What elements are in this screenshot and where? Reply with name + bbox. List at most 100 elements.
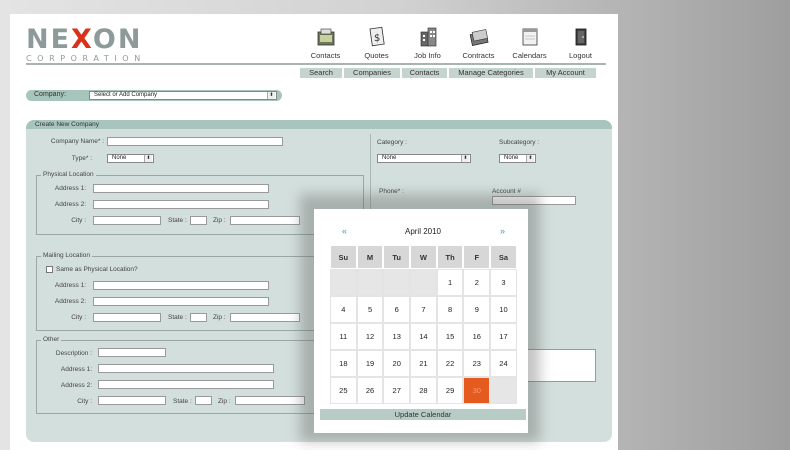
calendar-day[interactable]: 7 [410, 296, 437, 323]
other-city-label: City : [77, 398, 92, 405]
logo-tagline: CORPORATION [26, 54, 146, 63]
nav-job-info[interactable]: Job Info [402, 26, 453, 60]
other-address1-label: Address 1: [60, 366, 92, 373]
other-zip-input[interactable] [235, 396, 305, 405]
calendar-prev-button[interactable]: « [342, 226, 347, 236]
company-select[interactable]: Select or Add Company ⬍ [89, 91, 277, 100]
physical-state-label: State : [168, 217, 187, 224]
mailing-address1-input[interactable] [93, 281, 269, 290]
category-select[interactable]: None ⬍ [377, 154, 471, 163]
physical-state-input[interactable] [190, 216, 207, 225]
job-info-icon [420, 27, 436, 47]
subnav-contacts[interactable]: Contacts [402, 68, 449, 78]
category-label: Category : [377, 139, 407, 146]
calendar-day[interactable]: 21 [410, 350, 437, 377]
logo-wordmark: NEXON [26, 24, 143, 55]
calendar-weekday-header: Th [436, 245, 464, 269]
nav-calendars-label: Calendars [512, 51, 547, 60]
mailing-state-input[interactable] [190, 313, 207, 322]
mailing-zip-input[interactable] [230, 313, 300, 322]
calendar-day[interactable]: 19 [356, 350, 384, 377]
logout-icon [575, 28, 586, 46]
calendar-day[interactable]: 24 [490, 350, 517, 377]
mailing-address2-input[interactable] [93, 297, 269, 306]
calendar-day[interactable]: 15 [436, 323, 464, 350]
nav-logout-label: Logout [569, 51, 592, 60]
physical-address2-input[interactable] [93, 200, 269, 209]
calendar-day-selected[interactable]: 30 [463, 377, 491, 404]
nav-calendars[interactable]: Calendars [504, 26, 555, 60]
type-select[interactable]: None ⬍ [107, 154, 154, 163]
same-as-physical-label: Same as Physical Location? [56, 266, 138, 273]
nav-contacts[interactable]: Contacts [300, 26, 351, 60]
calendar-day[interactable]: 14 [410, 323, 437, 350]
calendar-day[interactable]: 29 [436, 377, 464, 404]
calendar-day[interactable]: 16 [463, 323, 491, 350]
header-divider [26, 63, 606, 65]
mailing-city-input[interactable] [93, 313, 161, 322]
mailing-location-legend: Mailing Location [41, 252, 92, 259]
calendar-day[interactable]: 27 [383, 377, 411, 404]
calendar-day[interactable]: 17 [490, 323, 517, 350]
calendar-day[interactable]: 22 [436, 350, 464, 377]
description-input[interactable] [98, 348, 166, 357]
calendar-day[interactable]: 4 [330, 296, 357, 323]
subnav-companies[interactable]: Companies [344, 68, 402, 78]
nav-contracts-label: Contracts [462, 51, 495, 60]
calendar-day[interactable]: 10 [490, 296, 517, 323]
update-calendar-button[interactable]: Update Calendar [320, 409, 526, 420]
calendar-weekday-header: Su [330, 245, 357, 269]
calendar-weekday-header: Sa [490, 245, 517, 269]
calendar-day[interactable]: 8 [436, 296, 464, 323]
calendar-day[interactable]: 2 [463, 269, 491, 296]
same-as-physical-checkbox[interactable] [46, 266, 53, 273]
calendar-day[interactable]: 6 [383, 296, 411, 323]
physical-location-legend: Physical Location [41, 171, 96, 178]
subnav-my-account[interactable]: My Account [535, 68, 598, 78]
calendar-day[interactable]: 3 [490, 269, 517, 296]
physical-city-input[interactable] [93, 216, 161, 225]
physical-zip-input[interactable] [230, 216, 300, 225]
calendar-day[interactable]: 25 [330, 377, 357, 404]
subnav-manage-categories[interactable]: Manage Categories [449, 68, 535, 78]
subnav-search[interactable]: Search [300, 68, 344, 78]
calendar-day[interactable]: 23 [463, 350, 491, 377]
calendar-weekday-header: W [410, 245, 437, 269]
calendar-day[interactable]: 9 [463, 296, 491, 323]
other-address2-input[interactable] [98, 380, 274, 389]
nexon-logo[interactable]: NEXON CORPORATION [26, 26, 146, 63]
calendar-day[interactable]: 28 [410, 377, 437, 404]
nav-quotes[interactable]: $ Quotes [351, 26, 402, 60]
nav-contracts[interactable]: Contracts [453, 26, 504, 60]
nav-logout[interactable]: Logout [555, 26, 606, 60]
other-address2-label: Address 2: [60, 382, 92, 389]
calendar-day[interactable]: 20 [383, 350, 411, 377]
panel-title: Create New Company [26, 120, 612, 129]
calendar-header: April 2010 [330, 219, 516, 243]
calendar-weekday-header: Tu [383, 245, 411, 269]
calendar-empty-cell [383, 269, 411, 296]
calendar-day[interactable]: 1 [436, 269, 464, 296]
nav-job-info-label: Job Info [414, 51, 441, 60]
calendar-next-button[interactable]: » [500, 226, 505, 236]
calendar-day[interactable]: 12 [356, 323, 384, 350]
calendar-grid: Su M Tu W Th F Sa 1 2 3 4 5 6 7 8 9 10 11 12 13 14 15 16 17 18 19… [330, 245, 517, 404]
other-state-input[interactable] [195, 396, 212, 405]
calendar-day[interactable]: 13 [383, 323, 411, 350]
calendars-icon [522, 28, 537, 46]
calendar-day[interactable]: 11 [330, 323, 357, 350]
physical-address1-input[interactable] [93, 184, 269, 193]
category-select-value: None [382, 155, 397, 161]
chevron-updown-icon: ⬍ [526, 155, 534, 162]
company-name-input[interactable] [107, 137, 283, 146]
mailing-address1-label: Address 1: [54, 282, 86, 289]
calendar-day[interactable]: 5 [356, 296, 384, 323]
calendar-day[interactable]: 18 [330, 350, 357, 377]
company-bar: Company: Select or Add Company ⬍ [26, 90, 282, 101]
other-address1-input[interactable] [98, 364, 274, 373]
calendar-empty-cell [356, 269, 384, 296]
subcategory-select[interactable]: None ⬍ [499, 154, 536, 163]
contacts-icon [317, 28, 334, 46]
other-city-input[interactable] [98, 396, 166, 405]
calendar-day[interactable]: 26 [356, 377, 384, 404]
